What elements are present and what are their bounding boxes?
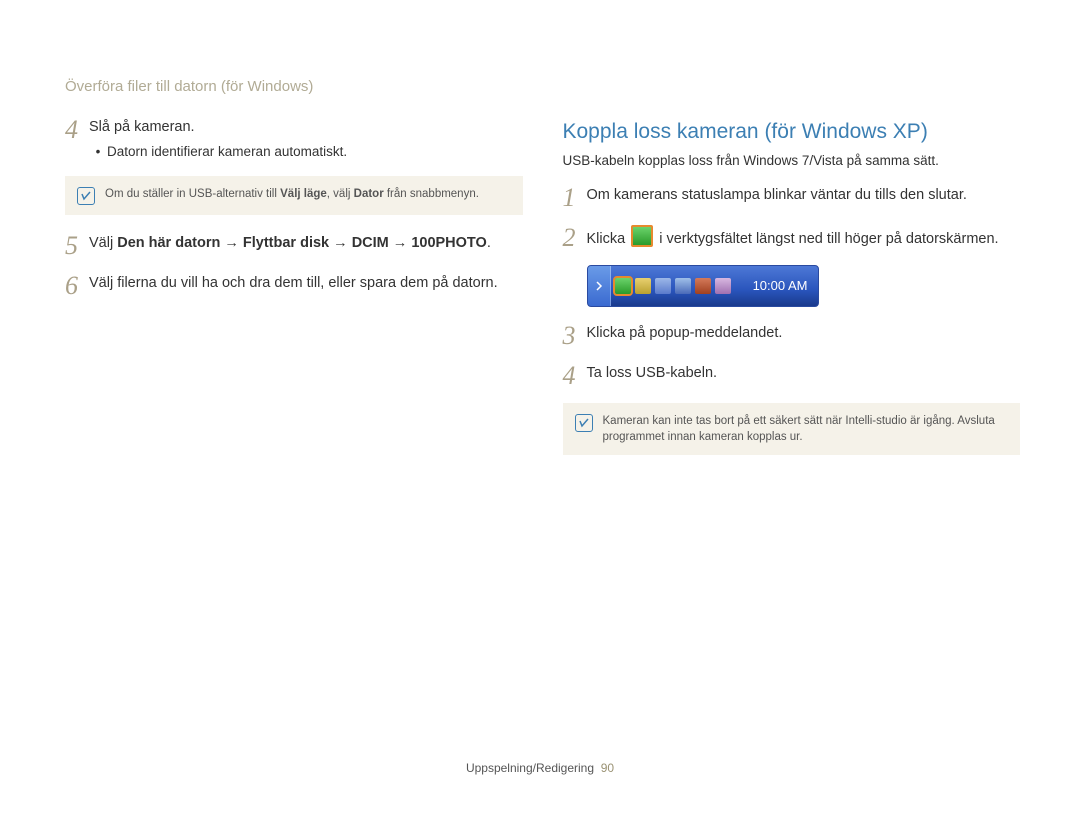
step-body: Klicka på popup-meddelandet. (587, 323, 1021, 344)
step-4: 4 Slå på kameran. • Datorn identifierar … (65, 117, 523, 162)
step-number: 2 (563, 225, 587, 251)
step-number: 4 (65, 117, 89, 143)
content-columns: 4 Slå på kameran. • Datorn identifierar … (65, 117, 1020, 473)
page-footer: Uppspelning/Redigering 90 (0, 761, 1080, 775)
step-4-r: 4 Ta loss USB-kabeln. (563, 363, 1021, 389)
section-subnote: USB-kabeln kopplas loss från Windows 7/V… (563, 151, 1021, 171)
step2r-post: i verktygsfältet längst ned till höger p… (655, 231, 998, 247)
step-body: Klicka i verktygsfältet längst ned till … (587, 225, 1021, 250)
bullet-dot: • (89, 142, 107, 162)
manual-page: Överföra filer till datorn (för Windows)… (0, 0, 1080, 815)
tray-volume-icon (695, 278, 711, 294)
section-heading: Koppla loss kameran (för Windows XP) (563, 117, 1021, 147)
note-b1: Välj läge (280, 188, 327, 200)
step-body: Välj Den här datorn → Flyttbar disk → DC… (89, 233, 523, 254)
step-6: 6 Välj filerna du vill ha och dra dem ti… (65, 273, 523, 299)
tray-icons (611, 278, 731, 294)
note-text: Om du ställer in USB-alternativ till Väl… (105, 186, 479, 202)
tray-network-icon (655, 278, 671, 294)
step-bullet: • Datorn identifierar kameran automatisk… (89, 142, 523, 162)
step-body: Om kamerans statuslampa blinkar väntar d… (587, 185, 1021, 206)
safely-remove-icon (631, 225, 653, 247)
step-number: 6 (65, 273, 89, 299)
step-number: 3 (563, 323, 587, 349)
safely-remove-hardware-icon (615, 278, 631, 294)
step-body: Välj filerna du vill ha och dra dem till… (89, 273, 523, 294)
breadcrumb: Överföra filer till datorn (för Windows) (65, 78, 1020, 95)
note-pre: Om du ställer in USB-alternativ till (105, 188, 280, 200)
tray-clock: 10:00 AM (753, 277, 818, 296)
info-note-box: Om du ställer in USB-alternativ till Väl… (65, 176, 523, 215)
note-text: Kameran kan inte tas bort på ett säkert … (603, 413, 1009, 445)
tray-shield-icon (635, 278, 651, 294)
step-2-r: 2 Klicka i verktygsfältet längst ned til… (563, 225, 1021, 251)
step5-b3: DCIM (352, 235, 389, 251)
step5-pre: Välj (89, 235, 117, 251)
note-icon (77, 187, 95, 205)
step5-post: . (487, 235, 491, 251)
step5-b2: Flyttbar disk (243, 235, 329, 251)
step-body: Ta loss USB-kabeln. (587, 363, 1021, 384)
step-number: 4 (563, 363, 587, 389)
step5-b4: 100PHOTO (411, 235, 487, 251)
note-mid: , välj (327, 188, 354, 200)
step-number: 1 (563, 185, 587, 211)
arrow-icon: → (329, 235, 352, 251)
step2r-pre: Klicka (587, 231, 630, 247)
step-3-r: 3 Klicka på popup-meddelandet. (563, 323, 1021, 349)
tray-monitor-icon (675, 278, 691, 294)
taskbar-tray-illustration: 10:00 AM (587, 265, 819, 307)
arrow-icon: → (389, 235, 412, 251)
arrow-icon: → (220, 235, 243, 251)
step-text: Slå på kameran. (89, 119, 195, 135)
step-body: Slå på kameran. • Datorn identifierar ka… (89, 117, 523, 162)
footer-section: Uppspelning/Redigering (466, 761, 594, 775)
right-column: Koppla loss kameran (för Windows XP) USB… (563, 117, 1021, 473)
step-1-r: 1 Om kamerans statuslampa blinkar väntar… (563, 185, 1021, 211)
left-column: 4 Slå på kameran. • Datorn identifierar … (65, 117, 523, 473)
page-number: 90 (601, 761, 614, 775)
step5-b1: Den här datorn (117, 235, 220, 251)
note-icon (575, 414, 593, 432)
info-note-box: Kameran kan inte tas bort på ett säkert … (563, 403, 1021, 455)
tray-expand-button (588, 266, 611, 306)
tray-misc-icon (715, 278, 731, 294)
note-b2: Dator (354, 188, 384, 200)
step-number: 5 (65, 233, 89, 259)
note-post: från snabbmenyn. (384, 188, 479, 200)
bullet-text: Datorn identifierar kameran automatiskt. (107, 142, 347, 162)
step-5: 5 Välj Den här datorn → Flyttbar disk → … (65, 233, 523, 259)
